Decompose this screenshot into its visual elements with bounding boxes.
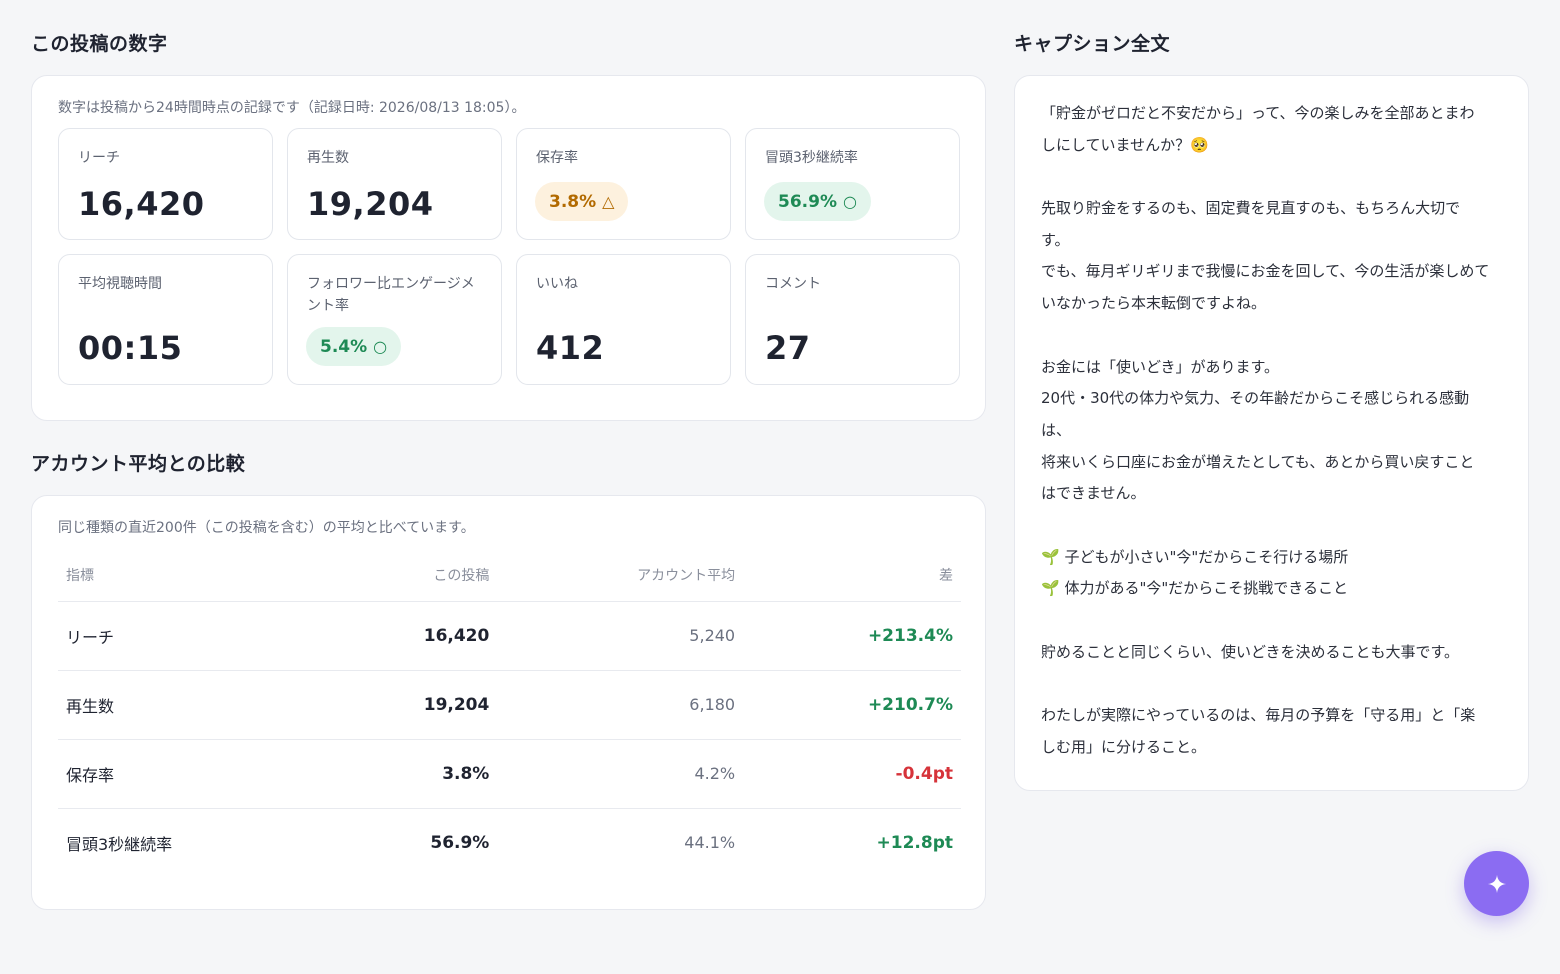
metrics-card: 数字は投稿から24時間時点の記録です（記録日時: 2026/08/13 18:0… (31, 75, 986, 421)
caption-line: はできません。 (1041, 484, 1146, 503)
table-row: リーチ 16,420 5,240 +213.4% (58, 601, 961, 671)
caption-line (1041, 605, 1502, 637)
metric-label-line: ント率 (307, 298, 349, 314)
metric-label: フォロワー比エンゲージメ ント率 (307, 273, 483, 317)
caption-line: いなかったら本末転倒ですよね。 (1041, 294, 1267, 313)
caption-line (1041, 668, 1502, 700)
metric-label: 冒頭3秒継続率 (765, 150, 858, 166)
metric-value: 19,204 (307, 185, 434, 223)
caption-line: 将来いくら口座にお金が増えたとしても、あとから買い戻すこと (1041, 452, 1475, 471)
metric-value: 00:15 (78, 329, 183, 367)
metric-tile-avg-watch-time: 平均視聴時間 00:15 (58, 254, 273, 385)
metric-value: 27 (765, 329, 811, 367)
caption-line (1041, 320, 1502, 352)
cell-diff: +210.7% (743, 670, 961, 740)
metric-tile-likes: いいね 412 (516, 254, 731, 385)
comparison-table: 指標 この投稿 アカウント平均 差 リーチ 16,420 5,240 +213.… (58, 550, 961, 877)
caption-line: しにしていませんか？🥺 (1041, 135, 1209, 154)
metric-tile-save-rate: 保存率 3.8% △ (516, 128, 731, 240)
cell-average: 4.2% (497, 739, 744, 809)
caption-line (1041, 161, 1502, 193)
comparison-note: 同じ種類の直近200件（この投稿を含む）の平均と比べています。 (58, 520, 475, 536)
column-header-average: アカウント平均 (497, 550, 744, 602)
table-row: 保存率 3.8% 4.2% -0.4pt (58, 739, 961, 809)
metric-tile-engagement-rate: フォロワー比エンゲージメ ント率 5.4% ○ (287, 254, 502, 385)
cell-average: 5,240 (497, 601, 744, 671)
caption-line: 先取り貯金をするのも、固定費を見直すのも、もちろん大切で (1041, 199, 1461, 218)
left-column: この投稿の数字 数字は投稿から24時間時点の記録です（記録日時: 2026/08… (31, 30, 986, 910)
cell-average: 44.1% (684, 833, 736, 853)
caption-line: でも、毎月ギリギリまで我慢にお金を回して、今の生活が楽しめて (1041, 262, 1490, 281)
status-badge-good: 56.9% ○ (764, 182, 871, 221)
cell-metric: 再生数 (58, 670, 322, 740)
cell-metric: リーチ (58, 601, 322, 671)
caption-card: 「貯金がゼロだと不安だから」って、今の楽しみを全部あとまわ しにしていませんか？… (1014, 75, 1529, 791)
metric-tile-reach: リーチ 16,420 (58, 128, 273, 240)
metric-label: 平均視聴時間 (78, 276, 162, 292)
caption-line: わたしが実際にやっているのは、毎月の予算を「守る用」と「楽 (1041, 706, 1476, 725)
comparison-section-title: アカウント平均との比較 (31, 453, 246, 475)
metric-value: 5.4% (320, 336, 368, 357)
cell-this-post: 16,420 (321, 601, 498, 671)
column-header-diff: 差 (743, 550, 961, 602)
metric-value: 56.9% (778, 191, 837, 212)
caption-section-title: キャプション全文 (1014, 33, 1171, 55)
caption-line: 20代・30代の体力や気力、その年齢だからこそ感じられる感動 (1041, 389, 1470, 408)
table-row: 冒頭3秒継続率 56.9% 44.1% +12.8pt (58, 808, 961, 877)
cell-metric: 冒頭3秒継続率 (66, 834, 173, 854)
page: この投稿の数字 数字は投稿から24時間時点の記録です（記録日時: 2026/08… (0, 0, 1560, 974)
caption-line: 「貯金がゼロだと不安だから」って、今の楽しみを全部あとまわ (1041, 104, 1475, 122)
metric-label: コメント (765, 276, 821, 292)
triangle-icon: △ (602, 192, 615, 211)
status-badge-good: 5.4% ○ (306, 327, 402, 366)
circle-icon: ○ (842, 192, 857, 211)
caption-line: 🌱 体力がある"今"だからこそ挑戦できること (1041, 579, 1348, 598)
right-column: キャプション全文 「貯金がゼロだと不安だから」って、今の楽しみを全部あとまわ し… (1014, 30, 1529, 791)
cell-this-post: 19,204 (321, 670, 498, 740)
column-header-metric: 指標 (58, 550, 322, 602)
metric-tile-plays: 再生数 19,204 (287, 128, 502, 240)
metric-value: 16,420 (78, 185, 205, 223)
metrics-section-title: この投稿の数字 (31, 33, 168, 55)
caption-text: 「貯金がゼロだと不安だから」って、今の楽しみを全部あとまわ しにしていませんか？… (1041, 98, 1502, 763)
ai-assist-button[interactable] (1464, 851, 1529, 916)
metric-label: 再生数 (307, 150, 349, 166)
cell-average: 6,180 (497, 670, 744, 740)
metrics-note: 数字は投稿から24時間時点の記録です（記録日時: 2026/08/13 18:0… (58, 100, 526, 116)
cell-diff: +12.8pt (876, 832, 953, 853)
metrics-grid: リーチ 16,420 再生数 19,204 保存率 3.8% △ 冒頭3秒継続率 (58, 128, 960, 385)
circle-icon: ○ (373, 337, 388, 356)
metric-tile-comments: コメント 27 (745, 254, 960, 385)
cell-diff: -0.4pt (743, 739, 961, 809)
metric-label: いいね (536, 276, 578, 292)
metric-tile-3s-retention: 冒頭3秒継続率 56.9% ○ (745, 128, 960, 240)
cell-metric: 保存率 (58, 739, 322, 809)
caption-line: 貯めることと同じくらい、使いどきを決めることも大事です。 (1041, 642, 1460, 661)
caption-line (1041, 510, 1502, 542)
metric-label: リーチ (78, 150, 120, 166)
caption-line: す。 (1041, 230, 1070, 249)
status-badge-warning: 3.8% △ (535, 182, 629, 221)
table-header-row: 指標 この投稿 アカウント平均 差 (58, 550, 961, 602)
metric-label: 保存率 (536, 150, 578, 166)
metric-label-line: フォロワー比エンゲージメ (307, 276, 475, 292)
caption-line: は、 (1041, 420, 1072, 439)
cell-this-post: 3.8% (321, 739, 498, 809)
cell-this-post: 56.9% (430, 832, 490, 853)
table-row: 再生数 19,204 6,180 +210.7% (58, 670, 961, 740)
comparison-card: 同じ種類の直近200件（この投稿を含む）の平均と比べています。 指標 この投稿 … (31, 495, 986, 910)
caption-line: 🌱 子どもが小さい"今"だからこそ行ける場所 (1041, 547, 1349, 566)
caption-line: しむ用」に分けること。 (1041, 737, 1207, 756)
caption-line: お金には「使いどき」があります。 (1041, 357, 1280, 376)
metric-value: 412 (536, 329, 605, 367)
column-header-this-post: この投稿 (321, 550, 498, 602)
cell-diff: +213.4% (743, 601, 961, 671)
sparkle-icon (1487, 874, 1506, 893)
metric-value: 3.8% (549, 191, 597, 212)
